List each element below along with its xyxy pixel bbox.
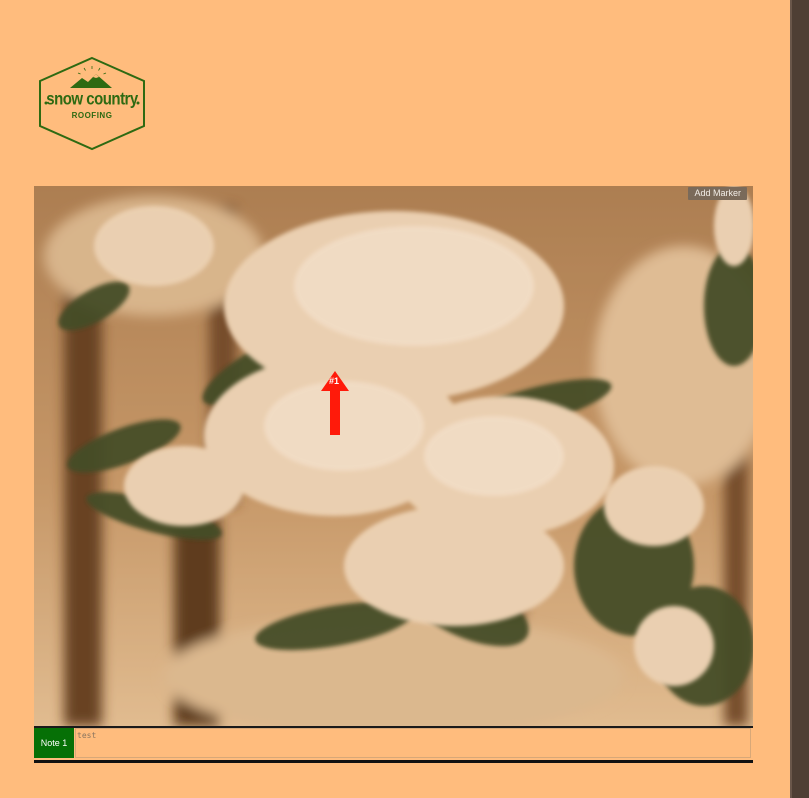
notes-row: Note 1 test bbox=[34, 728, 753, 760]
note-text-field[interactable]: test bbox=[75, 728, 751, 758]
snowy-branch-photo bbox=[34, 186, 753, 726]
image-viewer[interactable]: Add Marker #1 bbox=[34, 186, 753, 726]
page-scrollbar[interactable] bbox=[790, 0, 809, 798]
marker-label: #1 bbox=[329, 376, 340, 386]
add-marker-button[interactable]: Add Marker bbox=[688, 187, 747, 200]
notes-divider bbox=[34, 760, 753, 763]
snow-country-roofing-logo: snow country ROOFING bbox=[36, 56, 148, 152]
logo-main-text: snow country bbox=[46, 89, 138, 110]
marker-1[interactable]: #1 bbox=[321, 371, 349, 437]
logo-sub-text: ROOFING bbox=[71, 111, 113, 120]
scrollbar-edge bbox=[790, 0, 792, 798]
note-tab-1[interactable]: Note 1 bbox=[34, 728, 74, 758]
